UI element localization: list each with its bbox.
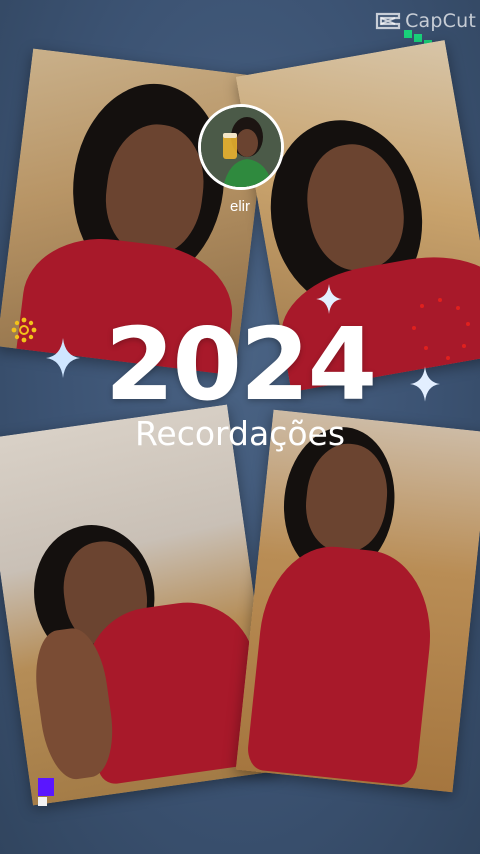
sparkle-icon bbox=[46, 338, 80, 378]
pixel-accent bbox=[404, 30, 412, 38]
pixel-accent bbox=[38, 797, 47, 806]
sparkle-icon bbox=[410, 366, 440, 402]
pixel-accent bbox=[38, 778, 54, 796]
flower-icon bbox=[11, 317, 37, 343]
capcut-label: CapCut bbox=[405, 10, 476, 32]
pixel-accent bbox=[414, 34, 422, 42]
photo-bottom-left bbox=[0, 404, 279, 806]
profile-name: elir bbox=[229, 198, 250, 215]
subtitle: Recordações bbox=[134, 414, 346, 453]
capcut-logo-icon bbox=[375, 11, 401, 31]
profile-avatar[interactable] bbox=[198, 104, 284, 190]
sparkle-icon bbox=[316, 284, 342, 314]
photo-bottom-right bbox=[235, 409, 480, 793]
capcut-watermark: CapCut bbox=[375, 10, 476, 32]
story-canvas: CapCut elir 2024 Recordações bbox=[0, 0, 480, 854]
